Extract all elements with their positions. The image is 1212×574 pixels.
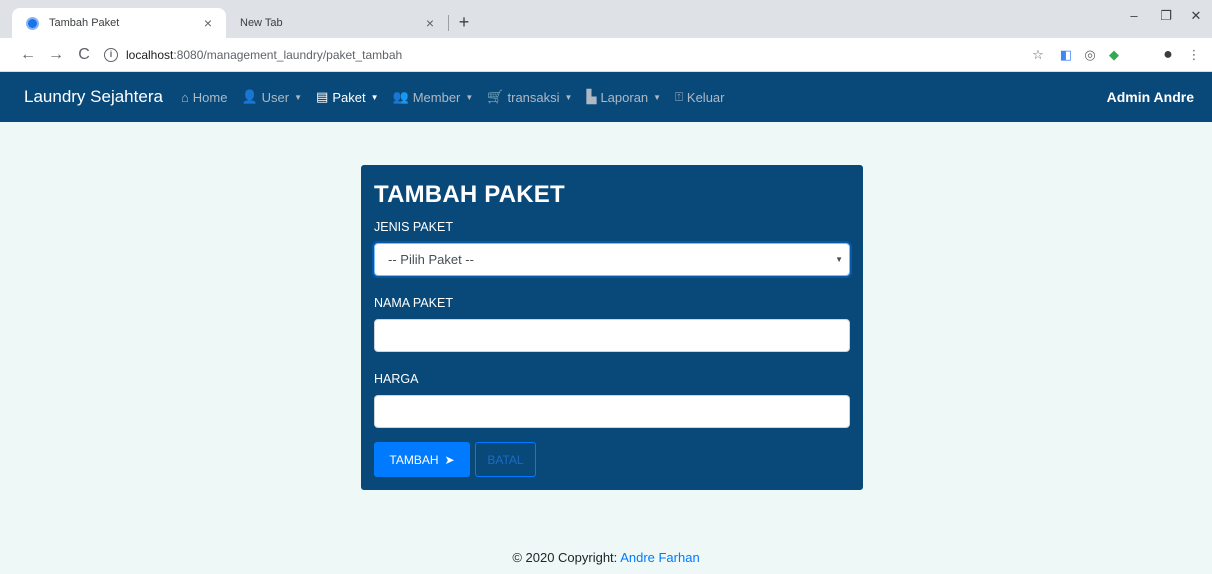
chevron-down-icon: ▼	[564, 92, 573, 102]
extension-icon[interactable]: ◆	[1106, 47, 1122, 63]
users-icon: 👥	[392, 89, 409, 104]
chevron-down-icon: ▼	[465, 92, 474, 102]
author-link[interactable]: Andre Farhan	[620, 550, 700, 565]
back-button[interactable]: ←	[18, 45, 38, 65]
harga-input[interactable]	[374, 395, 850, 428]
tambah-paket-form: TAMBAH PAKET JENIS PAKET -- Pilih Paket …	[361, 165, 863, 490]
nav-paket[interactable]: ▤ Paket ▼	[316, 89, 378, 105]
new-tab-button[interactable]: +	[454, 12, 474, 32]
nav-label: User	[261, 89, 290, 105]
translate-extension-icon[interactable]: ◧	[1058, 47, 1074, 63]
restore-button[interactable]: ❐	[1156, 8, 1176, 24]
home-icon: ⌂	[180, 89, 189, 105]
nav-transaksi[interactable]: 🛒 transaksi ▼	[487, 89, 572, 105]
bookmark-star-icon[interactable]: ☆	[1030, 47, 1046, 63]
package-icon: ▤	[316, 89, 329, 104]
reload-button[interactable]: C	[74, 45, 94, 65]
tab-tambah-paket[interactable]: Tambah Paket ×	[12, 8, 226, 38]
file-icon: ▙	[586, 89, 597, 104]
chevron-down-icon: ▼	[835, 255, 843, 264]
copyright-text: © 2020 Copyright:	[512, 550, 621, 565]
user-icon: 👤	[241, 89, 258, 104]
window-close-button[interactable]: ✕	[1186, 8, 1206, 24]
jenis-paket-select[interactable]: -- Pilih Paket -- ▼	[374, 243, 850, 276]
chevron-down-icon: ▼	[653, 92, 662, 102]
nama-paket-input[interactable]	[374, 319, 850, 352]
brand-logo[interactable]: Laundry Sejahtera	[24, 87, 163, 107]
nav-label: Laporan	[600, 89, 649, 105]
nav-label: Keluar	[686, 89, 725, 105]
tambah-button[interactable]: TAMBAH ➤	[374, 442, 470, 477]
jenis-paket-label: JENIS PAKET	[374, 220, 453, 234]
nav-label: transaksi	[507, 89, 560, 105]
nav-keluar[interactable]: ⍐ Keluar	[675, 89, 724, 105]
nav-home[interactable]: ⌂ Home	[181, 90, 228, 105]
page-footer: © 2020 Copyright: Andre Farhan	[0, 550, 1212, 565]
site-favicon-icon	[26, 16, 39, 30]
nama-paket-label: NAMA PAKET	[374, 296, 453, 310]
browser-menu-icon[interactable]: ⋮	[1186, 47, 1202, 63]
nav-member[interactable]: 👥 Member ▼	[393, 89, 474, 105]
url-host: localhost	[126, 48, 174, 62]
batal-button[interactable]: BATAL	[475, 442, 536, 477]
nav-label: Paket	[332, 89, 366, 105]
tab-close-icon[interactable]: ×	[200, 15, 216, 31]
cart-icon: 🛒	[487, 89, 504, 104]
extension-icon[interactable]: ◎	[1082, 47, 1098, 63]
door-icon: ⍐	[675, 89, 683, 104]
logged-in-user: Admin Andre	[1106, 89, 1194, 105]
tab-new-tab[interactable]: New Tab ×	[226, 8, 448, 38]
chevron-down-icon: ▼	[370, 92, 379, 102]
address-bar[interactable]: i localhost:8080/management_laundry/pake…	[104, 44, 1024, 66]
paper-plane-icon: ➤	[444, 452, 455, 467]
browser-tab-strip: Tambah Paket × New Tab × + – ❐ ✕	[0, 0, 1212, 38]
tab-close-icon[interactable]: ×	[422, 15, 438, 31]
chevron-down-icon: ▼	[294, 92, 303, 102]
nav-user[interactable]: 👤 User ▼	[241, 89, 302, 105]
browser-toolbar: ← → C i localhost:8080/management_laundr…	[0, 38, 1212, 72]
forward-button[interactable]: →	[46, 45, 66, 65]
nav-laporan[interactable]: ▙ Laporan ▼	[586, 89, 661, 105]
nav-label: Member	[412, 89, 461, 105]
url-path: :8080/management_laundry/paket_tambah	[173, 48, 403, 62]
tab-title: New Tab	[240, 17, 283, 29]
harga-label: HARGA	[374, 372, 419, 386]
tab-title: Tambah Paket	[49, 17, 120, 29]
profile-avatar-icon[interactable]: ●	[1160, 47, 1176, 63]
select-value: -- Pilih Paket --	[388, 252, 474, 267]
minimize-button[interactable]: –	[1124, 8, 1144, 23]
app-navbar: Laundry Sejahtera ⌂ Home 👤 User ▼ ▤ Pake…	[0, 72, 1212, 122]
tab-separator	[448, 15, 449, 31]
nav-label: Home	[192, 89, 228, 105]
form-title: TAMBAH PAKET	[374, 181, 565, 208]
site-info-icon[interactable]: i	[104, 48, 118, 62]
button-label: TAMBAH	[389, 452, 439, 467]
